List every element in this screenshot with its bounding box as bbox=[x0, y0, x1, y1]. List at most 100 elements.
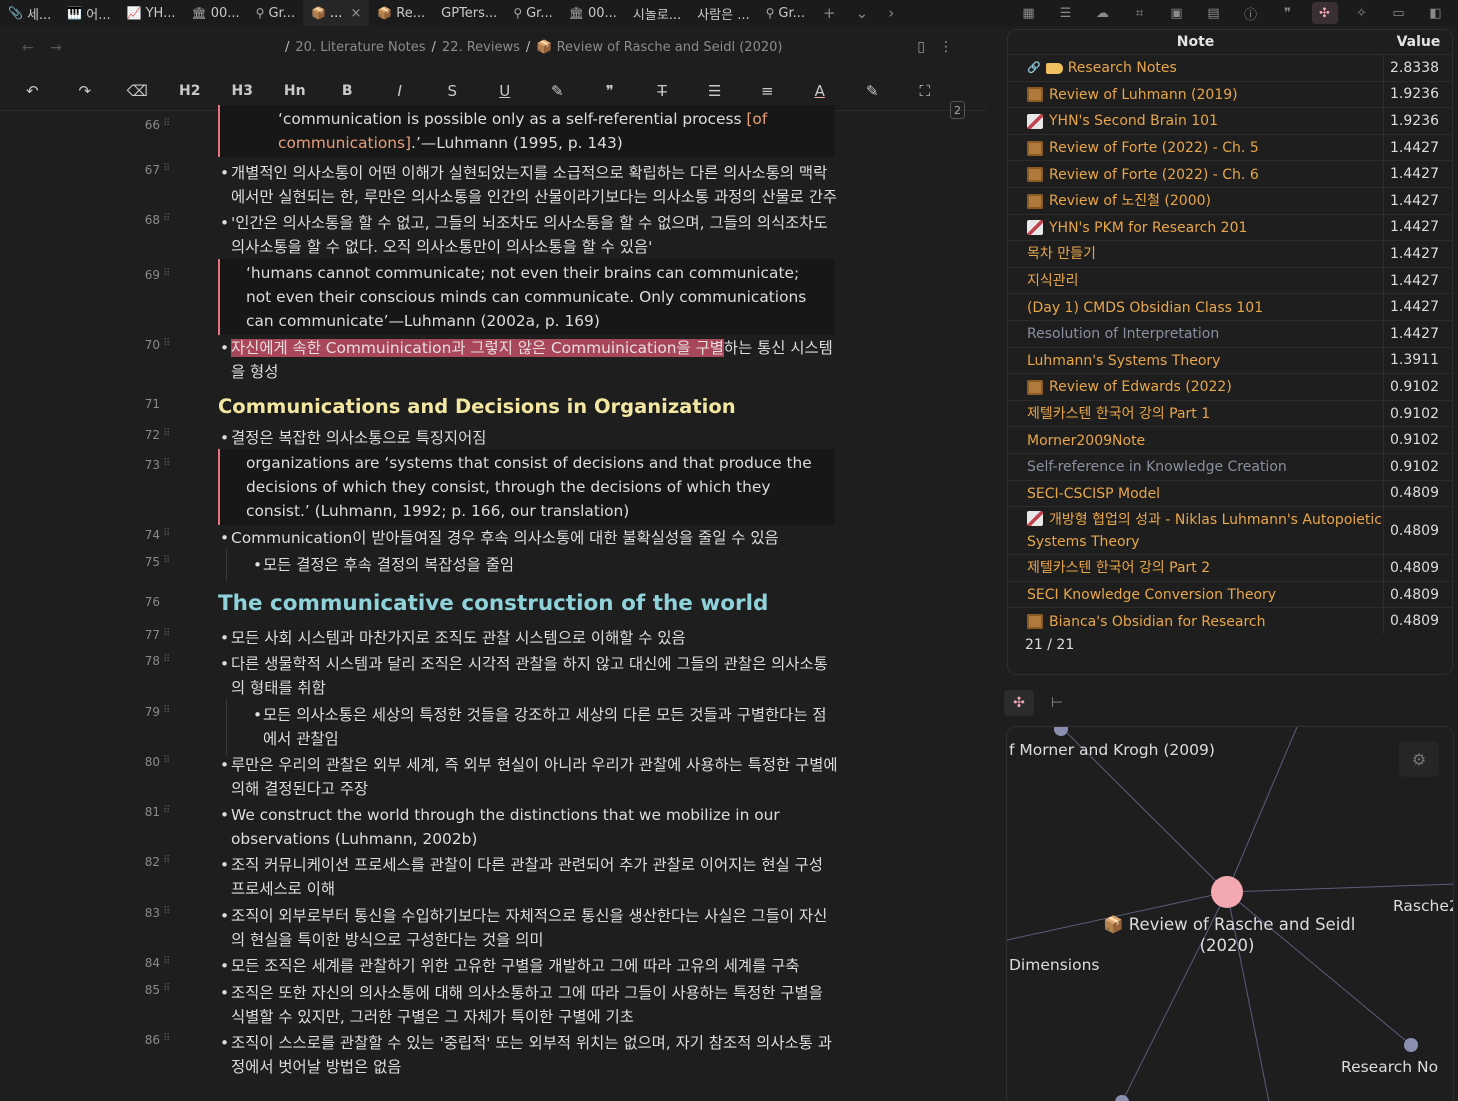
note-link[interactable]: Morner2009Note bbox=[1027, 427, 1383, 454]
table-row[interactable]: SECI-CSCISP Model 0.4809 bbox=[1008, 479, 1452, 508]
tab-3[interactable]: 🏛 00... bbox=[183, 0, 247, 26]
editor-line[interactable]: 75⠿ 모든 결정은 후속 결정의 복잡성을 줄임 bbox=[0, 549, 987, 581]
table-row[interactable]: YHN's Second Brain 101 1.9236 bbox=[1008, 107, 1452, 134]
archive-icon[interactable]: ▤ bbox=[1201, 2, 1227, 24]
editor-line[interactable]: 70⠿ 자신에게 속한 Commuinication과 그렇지 않은 Commui… bbox=[0, 336, 987, 384]
eraser-icon[interactable]: ⌫ bbox=[111, 76, 164, 106]
comment-icon[interactable]: ▭ bbox=[1386, 2, 1412, 24]
note-link[interactable]: Review of Forte (2022) - Ch. 5 bbox=[1027, 135, 1383, 162]
graph-center-label[interactable]: 📦 Review of Rasche and Seidl (2020) bbox=[1103, 914, 1355, 956]
column-header-note[interactable]: Note bbox=[1008, 30, 1383, 54]
graph-node-label[interactable]: f Morner and Krogh (2009) bbox=[1009, 741, 1215, 759]
table-row[interactable]: (Day 1) CMDS Obsidian Class 101 1.4427 bbox=[1008, 293, 1452, 320]
note-link[interactable]: Luhmann's Systems Theory bbox=[1027, 348, 1383, 375]
editor-line[interactable]: 81⠿ We construct the world through the di… bbox=[0, 803, 987, 851]
table-row[interactable]: 목차 만들기 1.4427 bbox=[1008, 240, 1452, 268]
drag-handle-icon[interactable]: ⠿ bbox=[163, 555, 170, 566]
note-link[interactable]: 목차 만들기 bbox=[1027, 241, 1383, 268]
editor-line[interactable]: 85⠿ 조직은 또한 자신의 의사소통에 대해 의사소통하고 그에 따라 그들이 … bbox=[0, 981, 987, 1029]
editor-line[interactable]: 84⠿ 모든 조직은 세계를 관찰하기 위한 고유한 구별을 개발하고 그에 따라… bbox=[0, 954, 987, 978]
heading-n-button[interactable]: Hn bbox=[269, 76, 322, 106]
note-link[interactable]: Resolution of Interpretation bbox=[1027, 321, 1383, 348]
drag-handle-icon[interactable]: ⠿ bbox=[163, 213, 170, 224]
fullscreen-icon[interactable]: ⛶ bbox=[899, 76, 952, 106]
note-link[interactable]: Review of 노진철 (2000) bbox=[1027, 188, 1383, 215]
breadcrumb-subfolder[interactable]: 22. Reviews bbox=[442, 40, 520, 55]
editor-line[interactable]: 77⠿ 모든 사회 시스템과 마찬가지로 조직도 관찰 시스템으로 이해할 수 있… bbox=[0, 626, 987, 650]
heading3-button[interactable]: H3 bbox=[216, 76, 269, 106]
table-row[interactable]: Review of Edwards (2022) 0.9102 bbox=[1008, 373, 1452, 401]
quote-icon[interactable]: ❞ bbox=[1275, 2, 1301, 24]
drag-handle-icon[interactable]: ⠿ bbox=[163, 338, 170, 349]
text-color-icon[interactable]: A bbox=[794, 76, 847, 106]
graph-node[interactable] bbox=[1115, 1095, 1129, 1101]
breadcrumb-folder[interactable]: 20. Literature Notes bbox=[295, 40, 425, 55]
table-row[interactable]: Review of 노진철 (2000) 1.4427 bbox=[1008, 187, 1452, 215]
note-link[interactable]: Review of Forte (2022) - Ch. 6 bbox=[1027, 161, 1383, 188]
note-link[interactable]: 🔗 Research Notes bbox=[1027, 55, 1383, 82]
tab-12[interactable]: ⚲ Gr... bbox=[758, 0, 813, 26]
drag-handle-icon[interactable]: ⠿ bbox=[163, 628, 170, 639]
table-row[interactable]: Review of Luhmann (2019) 1.9236 bbox=[1008, 80, 1452, 108]
tab-10[interactable]: 시놀로... bbox=[625, 0, 689, 26]
drag-handle-icon[interactable]: ⠿ bbox=[163, 428, 170, 439]
drag-handle-icon[interactable]: ⠿ bbox=[163, 654, 170, 665]
table-row[interactable]: 개방형 협업의 성과 - Niklas Luhmann's Autopoieti… bbox=[1008, 506, 1452, 555]
note-link[interactable]: SECI-CSCISP Model bbox=[1027, 481, 1383, 508]
column-header-value[interactable]: Value bbox=[1383, 30, 1452, 54]
forward-arrow-icon[interactable]: → bbox=[50, 40, 62, 56]
table-row[interactable]: 제텔카스텐 한국어 강의 Part 1 0.9102 bbox=[1008, 399, 1452, 427]
drag-handle-icon[interactable]: ⠿ bbox=[163, 855, 170, 866]
highlight-pen-icon[interactable]: ✎ bbox=[531, 76, 584, 106]
drag-handle-icon[interactable]: ⠿ bbox=[163, 956, 170, 967]
graph-center-node[interactable] bbox=[1211, 876, 1243, 908]
drag-handle-icon[interactable]: ⠿ bbox=[163, 906, 170, 917]
highlighter-icon[interactable]: ✎ bbox=[846, 76, 899, 106]
tab-9[interactable]: 🏛 00... bbox=[561, 0, 625, 26]
binary-icon[interactable]: ⌗ bbox=[1127, 2, 1153, 24]
reading-view-and-more-icons[interactable]: ▯⋮ bbox=[917, 39, 967, 55]
tab-4[interactable]: ⚲ Gr... bbox=[248, 0, 303, 26]
tab-add-icon[interactable]: + bbox=[813, 4, 846, 22]
table-row[interactable]: Self-reference in Knowledge Creation 0.91… bbox=[1008, 453, 1452, 480]
graph-settings-icon[interactable]: ⚙ bbox=[1399, 741, 1439, 777]
editor-line[interactable]: 68⠿ '인간은 의사소통을 할 수 없고, 그들의 뇌조차도 의사소통을 할 수… bbox=[0, 211, 987, 259]
table-row[interactable]: Review of Forte (2022) - Ch. 5 1.4427 bbox=[1008, 133, 1452, 162]
cloud-icon[interactable]: ☁ bbox=[1090, 2, 1116, 24]
editor-line[interactable]: 78⠿ 다른 생물학적 시스템과 달리 조직은 시각적 관찰을 하지 않고 대신에… bbox=[0, 652, 987, 700]
note-link[interactable]: Bianca's Obsidian for Research bbox=[1027, 608, 1383, 635]
drag-handle-icon[interactable]: ⠿ bbox=[163, 705, 170, 716]
undo-icon[interactable]: ↶ bbox=[6, 76, 59, 106]
tab-5[interactable]: 📦... × bbox=[303, 0, 370, 26]
graph-node[interactable] bbox=[1404, 1038, 1418, 1052]
redo-icon[interactable]: ↷ bbox=[59, 76, 112, 106]
graph-node-label[interactable]: Rasche2 bbox=[1393, 897, 1453, 915]
note-link[interactable]: 개방형 협업의 성과 - Niklas Luhmann's Autopoieti… bbox=[1027, 507, 1383, 555]
table-row[interactable]: 제텔카스텐 한국어 강의 Part 2 0.4809 bbox=[1008, 554, 1452, 581]
tab-collapse-icon[interactable]: › bbox=[878, 4, 904, 22]
drag-handle-icon[interactable]: ⠿ bbox=[163, 118, 170, 129]
table-row[interactable]: YHN's PKM for Research 201 1.4427 bbox=[1008, 213, 1452, 241]
table-row[interactable]: Luhmann's Systems Theory 1.3911 bbox=[1008, 346, 1452, 375]
table-row[interactable]: Resolution of Interpretation 1.4427 bbox=[1008, 320, 1452, 348]
table-row[interactable]: SECI Knowledge Conversion Theory 0.4809 bbox=[1008, 580, 1452, 609]
align-icon[interactable]: ≡ bbox=[741, 76, 794, 106]
note-link[interactable]: SECI Knowledge Conversion Theory bbox=[1027, 582, 1383, 609]
table-row[interactable]: Review of Forte (2022) - Ch. 6 1.4427 bbox=[1008, 160, 1452, 188]
sidebar-toggle-icon[interactable]: ◧ bbox=[1423, 2, 1449, 24]
local-graph-icon[interactable]: ✣ bbox=[1004, 690, 1034, 716]
editor-line[interactable]: 67⠿ 개별적인 의사소통이 어떤 이해가 실현되었는지를 소급적으로 확립하는 … bbox=[0, 161, 987, 209]
underline-icon[interactable]: U bbox=[479, 76, 532, 106]
calendar-day-icon[interactable]: ▣ bbox=[1164, 2, 1190, 24]
tab-1[interactable]: 🎹 어... bbox=[59, 0, 118, 26]
drag-handle-icon[interactable]: ⠿ bbox=[163, 458, 170, 469]
tab-11[interactable]: 사람은 ... bbox=[689, 0, 757, 26]
local-graph-view[interactable]: f Morner and Krogh (2009) Rasche2 Dimens… bbox=[1006, 726, 1454, 1101]
note-link[interactable]: Review of Edwards (2022) bbox=[1027, 374, 1383, 401]
list-icon[interactable]: ☰ bbox=[689, 76, 742, 106]
tab-7[interactable]: GPTers... bbox=[433, 0, 505, 26]
drag-handle-icon[interactable]: ⠿ bbox=[163, 163, 170, 174]
tab-more-icon[interactable]: ⌄ bbox=[846, 4, 879, 22]
outline-icon[interactable]: ☰ bbox=[1053, 2, 1079, 24]
graph-node-label[interactable]: Dimensions bbox=[1009, 956, 1099, 974]
